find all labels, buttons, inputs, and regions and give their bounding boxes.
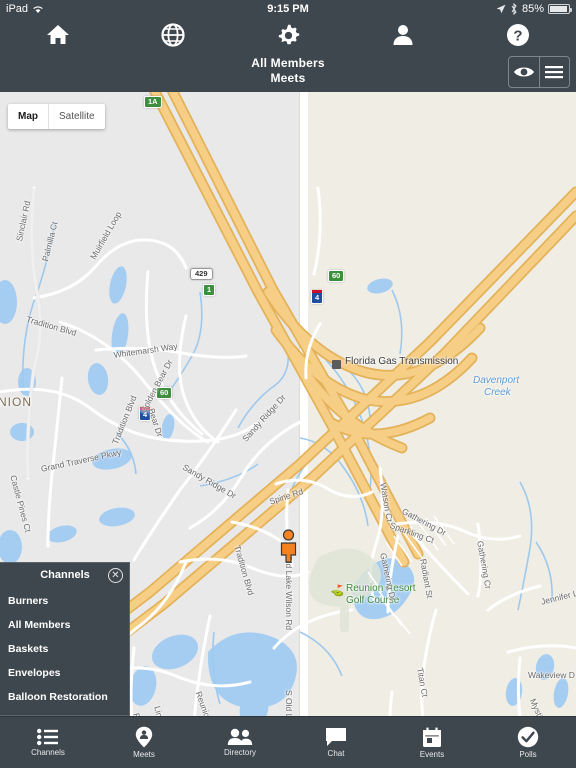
menu-button[interactable] [538, 57, 570, 87]
people-icon [227, 728, 253, 745]
home-icon [46, 25, 69, 44]
tab-channels[interactable]: Channels [0, 717, 96, 768]
speech-bubble-icon [326, 728, 346, 746]
tab-label: Directory [223, 748, 256, 757]
channel-item-burners[interactable]: Burners [0, 589, 129, 613]
tab-label: Chat [327, 749, 345, 758]
clock: 9:15 PM [267, 3, 309, 15]
help-button[interactable]: ? [461, 18, 576, 52]
channel-item-balloon-restoration[interactable]: Balloon Restoration [0, 685, 129, 709]
highway-shield-429: 429 [190, 268, 213, 280]
tab-chat[interactable]: Chat [288, 717, 384, 768]
settings-button[interactable] [230, 18, 345, 52]
map-pin-person-icon [135, 726, 153, 748]
gear-icon [278, 24, 299, 44]
water-label-creek: Creek [484, 387, 511, 398]
tab-label: Channels [31, 748, 65, 757]
water-label-davenport: Davenport [473, 375, 520, 386]
page-title-line2: Meets [270, 71, 306, 85]
street-label: Wakeview D [528, 670, 575, 680]
map-type-toggle[interactable]: Map Satellite [8, 104, 105, 129]
person-icon [393, 25, 413, 45]
globe-button[interactable] [115, 18, 230, 52]
street-label: S Old Lake Wilson Rd [284, 690, 294, 716]
channel-item-label: Balloon Restoration [8, 691, 108, 703]
highway-shield-1: 1 [203, 284, 216, 296]
tab-label: Meets [133, 750, 155, 759]
location-arrow-icon [496, 4, 506, 14]
battery-percent: 85% [521, 3, 544, 15]
channel-item-envelopes[interactable]: Envelopes [0, 661, 129, 685]
page-title: All Members Meets [0, 56, 576, 86]
view-controls [508, 56, 570, 88]
channel-item-label: Baskets [8, 643, 49, 655]
poi-marker-industrial [332, 360, 341, 369]
battery-icon [548, 4, 572, 14]
poi-label-reunion-resort: Reunion Resort [346, 583, 416, 594]
home-button[interactable] [0, 18, 115, 52]
highway-shield-1a: 1A [144, 96, 162, 108]
top-icon-bar: ? [0, 18, 576, 52]
tab-label: Events [419, 749, 445, 759]
status-bar: iPad 9:15 PM 85% [0, 0, 576, 18]
channel-item-label: Envelopes [8, 667, 61, 679]
help-icon: ? [507, 24, 530, 46]
pegman-marker[interactable] [279, 529, 298, 563]
channels-panel-header: Channels ✕ [0, 563, 129, 589]
globe-icon [161, 23, 185, 47]
poi-label-florida-gas: Florida Gas Transmission [345, 356, 459, 367]
channel-item-all-members[interactable]: All Members [0, 613, 129, 637]
map-type-satellite[interactable]: Satellite [48, 104, 105, 129]
tab-meets[interactable]: Meets [96, 717, 192, 768]
channels-panel: Channels ✕ Burners All Members Baskets E… [0, 562, 130, 716]
highway-shield-60-a: 60 [328, 270, 345, 282]
profile-button[interactable] [346, 18, 461, 52]
tab-directory[interactable]: Directory [192, 717, 288, 768]
calendar-icon [423, 727, 441, 747]
bottom-tab-bar: Channels Meets Directory Chat Events Pol… [0, 716, 576, 768]
poi-marker-golf: ⛳ [330, 585, 345, 597]
page-title-line1: All Members [251, 56, 325, 70]
highway-shield-i4-a: 4 [311, 290, 324, 304]
eye-icon [513, 67, 534, 77]
list-icon [37, 728, 58, 746]
channel-item-label: Burners [8, 595, 49, 607]
tab-events[interactable]: Events [384, 717, 480, 768]
status-bar-right: 85% [496, 3, 572, 15]
close-circle-icon[interactable]: ✕ [108, 568, 123, 583]
channel-item-label: All Members [8, 619, 71, 631]
eye-toggle-button[interactable] [509, 57, 539, 87]
svg-text:?: ? [514, 28, 523, 45]
hamburger-menu-icon [545, 66, 564, 79]
check-circle-icon [517, 726, 539, 748]
bluetooth-icon [511, 3, 517, 15]
app-root: iPad 9:15 PM 85% ? All Members Meets Map… [0, 0, 576, 768]
tab-polls[interactable]: Polls [480, 717, 576, 768]
tab-label: Polls [519, 750, 537, 759]
map-type-map[interactable]: Map [8, 104, 48, 129]
title-bar: All Members Meets [0, 52, 576, 92]
community-label-reunion: NION [0, 395, 32, 409]
channel-item-baskets[interactable]: Baskets [0, 637, 129, 661]
